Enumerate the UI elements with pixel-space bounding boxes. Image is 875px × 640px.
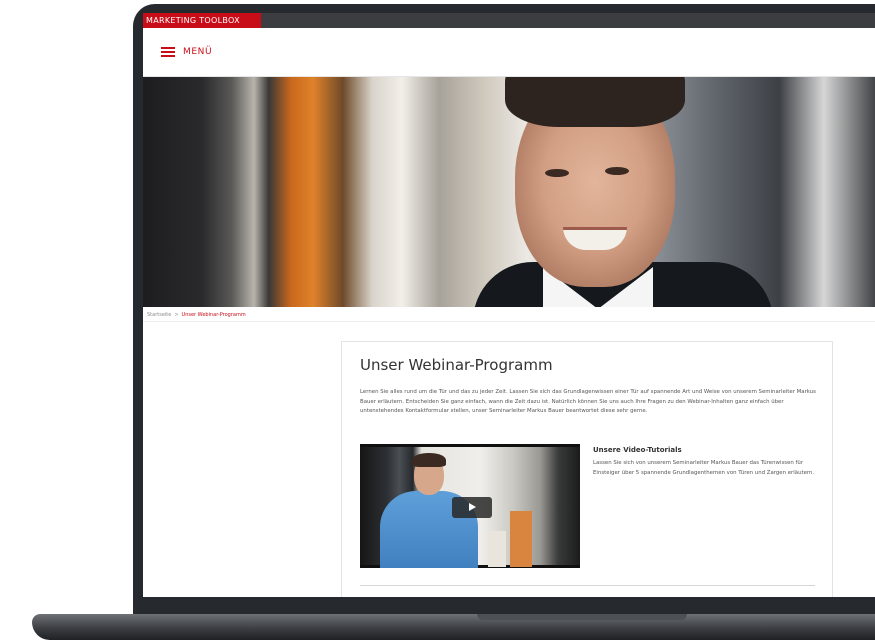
breadcrumb-separator: > <box>174 312 179 318</box>
tutorials-title: Unsere Video-Tutorials <box>593 446 682 454</box>
content-card: Unser Webinar-Programm Lernen Sie alles … <box>341 341 833 597</box>
breadcrumb-home[interactable]: Startseite <box>147 312 171 318</box>
tutorials-text: Lassen Sie sich von unserem Seminarleite… <box>593 460 815 476</box>
video-door-sample-orange <box>510 511 532 567</box>
hero-person-eye-left <box>545 169 569 177</box>
hero-person-eye-right <box>605 167 629 175</box>
breadcrumb-divider <box>143 321 875 322</box>
browser-screen: MARKETING TOOLBOX MENÜ Startseite > Unser … <box>143 13 875 597</box>
brand-tab[interactable]: MARKETING TOOLBOX <box>143 13 261 28</box>
laptop-notch <box>477 614 687 620</box>
intro-text: Lernen Sie alles rund um die Tür und das… <box>360 389 816 415</box>
page-title: Unser Webinar-Programm <box>360 356 553 374</box>
hero-person-hair <box>505 77 685 127</box>
card-divider <box>360 585 815 586</box>
video-thumbnail[interactable] <box>360 444 580 568</box>
video-door-sample <box>488 531 506 567</box>
hero-image <box>143 77 875 307</box>
menu-button[interactable]: MENÜ <box>161 45 212 59</box>
menu-label: MENÜ <box>183 47 213 57</box>
laptop-base <box>32 614 875 640</box>
play-icon[interactable] <box>452 497 492 518</box>
video-person-hair <box>412 453 446 467</box>
hamburger-icon <box>161 47 175 57</box>
breadcrumb-current: Unser Webinar-Programm <box>181 312 246 318</box>
site-header: MENÜ <box>143 28 875 77</box>
breadcrumb: Startseite > Unser Webinar-Programm <box>147 312 246 318</box>
top-bar: MARKETING TOOLBOX <box>143 13 875 28</box>
